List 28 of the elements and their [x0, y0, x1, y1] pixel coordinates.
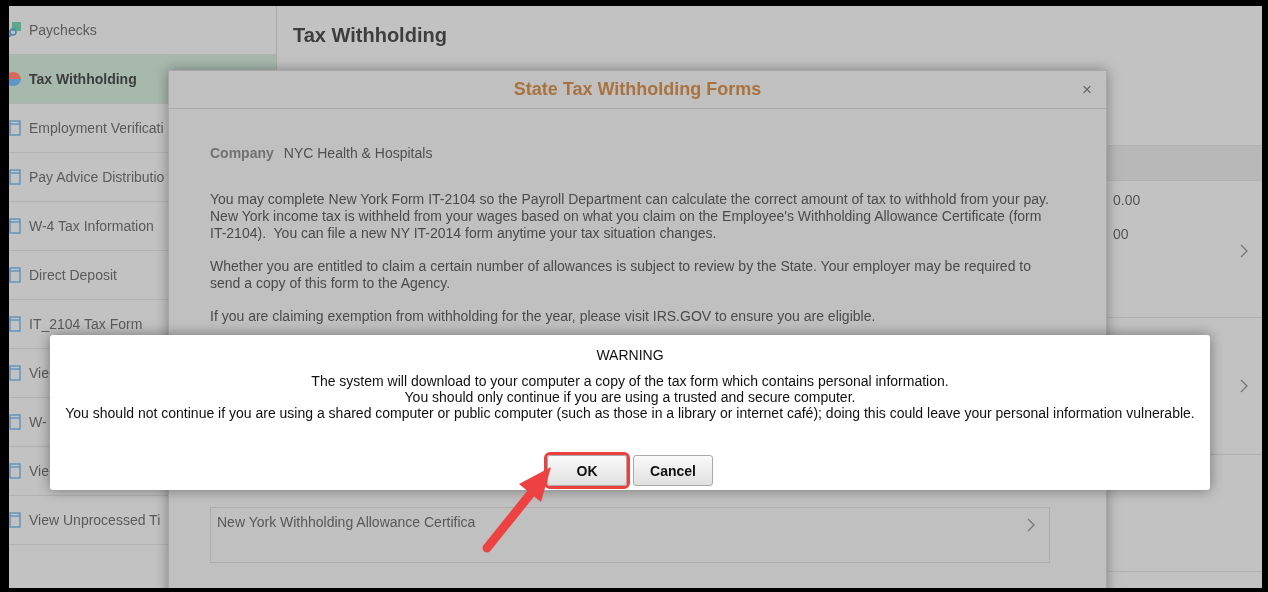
amount-text: 00: [1113, 226, 1130, 242]
document-icon: [9, 218, 21, 234]
document-icon: [9, 512, 21, 528]
company-value: NYC Health & Hospitals: [283, 145, 433, 161]
document-icon: [9, 414, 21, 430]
warning-text: You should only continue if you are using a trusted and secure computer.: [404, 389, 856, 405]
document-icon: [9, 120, 21, 136]
chevron-right-icon[interactable]: [1240, 379, 1248, 393]
magnifier-icon: [9, 22, 21, 38]
amount-text: 0.00: [1113, 192, 1141, 208]
cancel-button[interactable]: Cancel: [633, 455, 713, 486]
form-link-card[interactable]: New York Withholding Allowance Certifica: [210, 507, 1050, 563]
page-title: Tax Withholding: [293, 24, 447, 46]
ok-button[interactable]: OK: [547, 455, 627, 486]
document-icon: [9, 316, 21, 332]
warning-text: The system will download to your computer a copy of the tax form which contains personal information.: [311, 373, 949, 389]
document-icon: [9, 463, 21, 479]
close-button[interactable]: ×: [1080, 81, 1094, 99]
modal-title: State Tax Withholding Forms: [513, 79, 762, 100]
chevron-right-icon[interactable]: [1240, 244, 1248, 258]
pie-chart-icon: [9, 71, 21, 87]
document-icon: [9, 365, 21, 381]
chevron-right-icon: [1027, 518, 1035, 532]
warning-text: You should not continue if you are using a shared computer or public computer (such as those in a library or internet café); doing this could leave your personal information vulnerable.: [65, 405, 1195, 421]
info-paragraph: If you are claiming exemption from withholding for the year, please visit IRS.GOV to ensure you are eligible.: [210, 308, 877, 325]
warning-title: WARNING: [596, 347, 664, 364]
document-icon: [9, 169, 21, 185]
document-icon: [9, 267, 21, 283]
